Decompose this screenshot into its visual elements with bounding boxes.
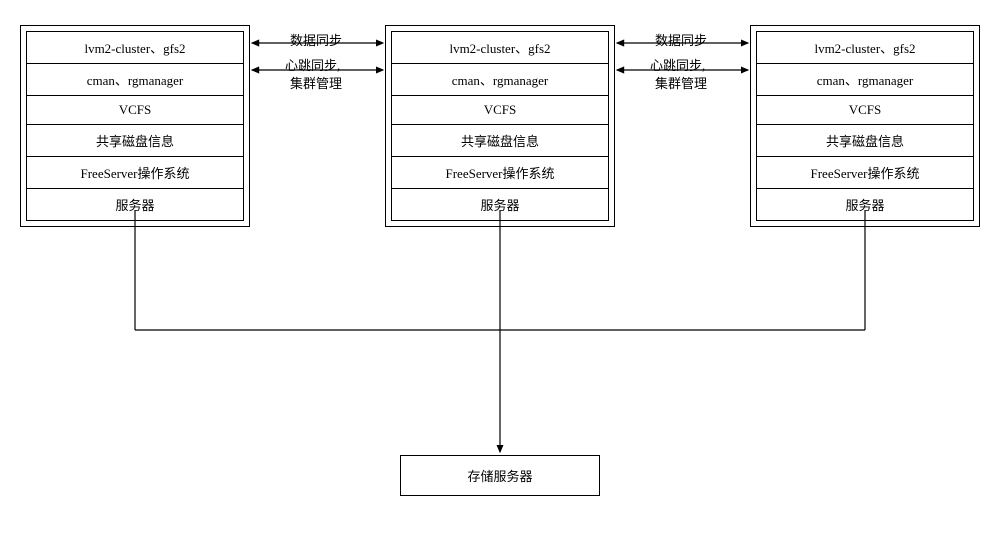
node3-vcfs: VCFS xyxy=(756,95,974,125)
node2-freeserver-os: FreeServer操作系统 xyxy=(391,156,609,189)
node1-lvm2-gfs2: lvm2-cluster、gfs2 xyxy=(26,31,244,64)
label-heartbeat-23-line1: 心跳同步, xyxy=(650,55,705,74)
label-data-sync-12: 数据同步 xyxy=(290,30,342,49)
cluster-node-1: lvm2-cluster、gfs2 cman、rgmanager VCFS 共享… xyxy=(20,25,250,227)
node2-lvm2-gfs2: lvm2-cluster、gfs2 xyxy=(391,31,609,64)
node1-shared-disk: 共享磁盘信息 xyxy=(26,124,244,157)
label-data-sync-23: 数据同步 xyxy=(655,30,707,49)
node2-cman-rgmanager: cman、rgmanager xyxy=(391,63,609,96)
node1-server: 服务器 xyxy=(26,188,244,221)
node3-lvm2-gfs2: lvm2-cluster、gfs2 xyxy=(756,31,974,64)
node2-shared-disk: 共享磁盘信息 xyxy=(391,124,609,157)
label-heartbeat-23-line2: 集群管理 xyxy=(655,73,707,92)
node1-vcfs: VCFS xyxy=(26,95,244,125)
node3-cman-rgmanager: cman、rgmanager xyxy=(756,63,974,96)
cluster-node-3: lvm2-cluster、gfs2 cman、rgmanager VCFS 共享… xyxy=(750,25,980,227)
label-heartbeat-12-line1: 心跳同步, xyxy=(285,55,340,74)
node3-shared-disk: 共享磁盘信息 xyxy=(756,124,974,157)
node1-freeserver-os: FreeServer操作系统 xyxy=(26,156,244,189)
cluster-node-2: lvm2-cluster、gfs2 cman、rgmanager VCFS 共享… xyxy=(385,25,615,227)
node2-server: 服务器 xyxy=(391,188,609,221)
storage-server-label: 存储服务器 xyxy=(467,469,532,484)
label-heartbeat-12-line2: 集群管理 xyxy=(290,73,342,92)
storage-server: 存储服务器 xyxy=(400,455,600,496)
node2-vcfs: VCFS xyxy=(391,95,609,125)
node1-cman-rgmanager: cman、rgmanager xyxy=(26,63,244,96)
node3-freeserver-os: FreeServer操作系统 xyxy=(756,156,974,189)
node3-server: 服务器 xyxy=(756,188,974,221)
